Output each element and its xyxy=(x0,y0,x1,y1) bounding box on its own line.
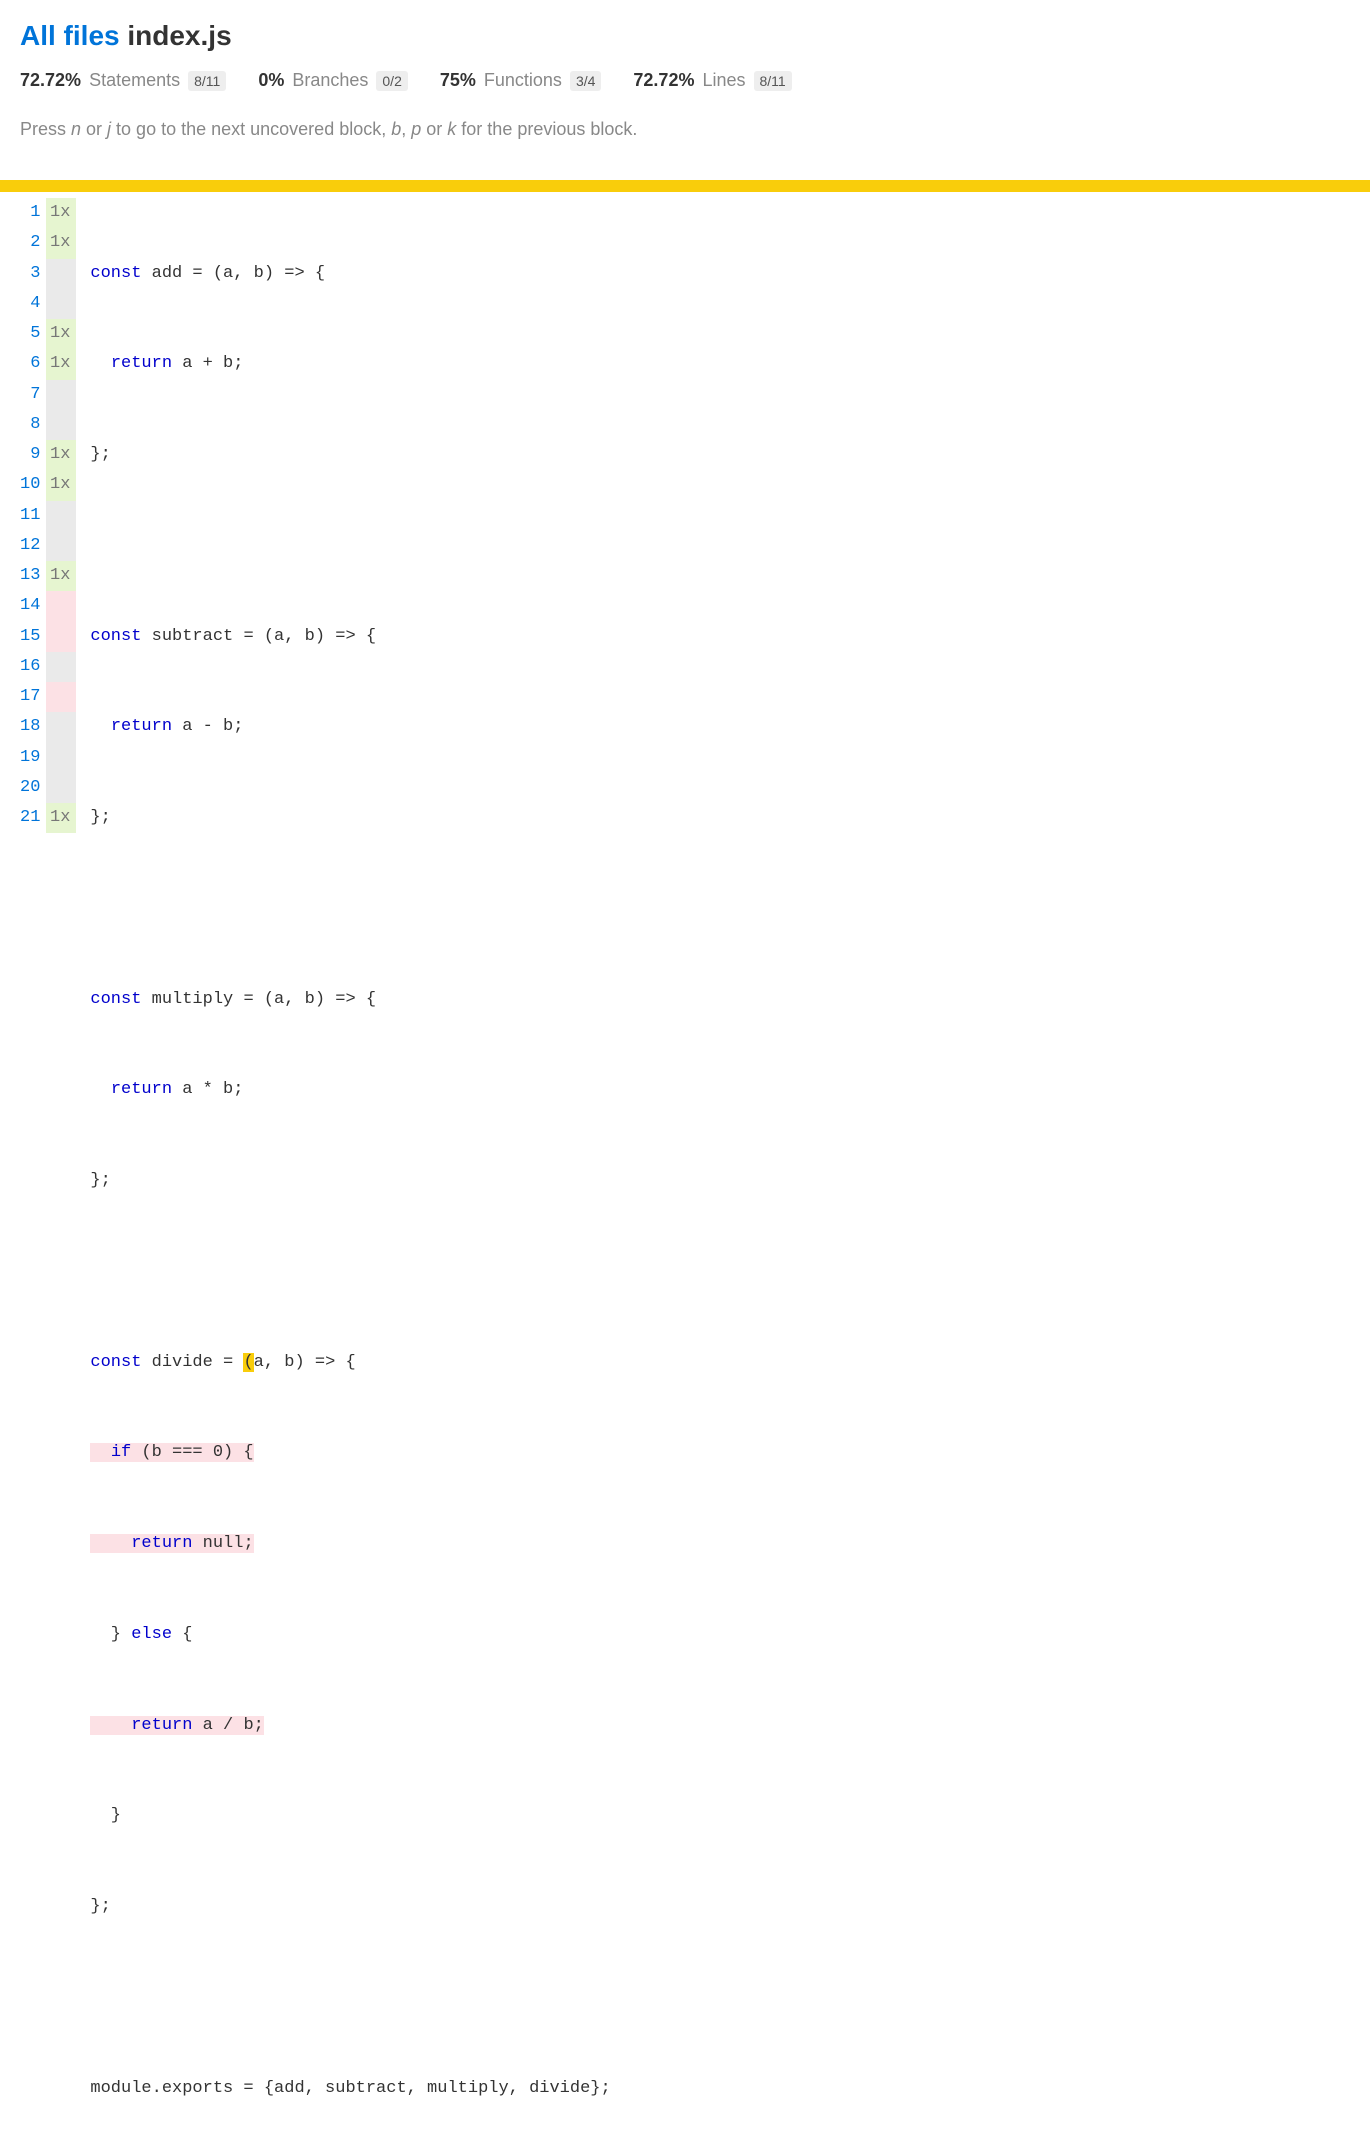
line-number: 10 xyxy=(20,470,40,500)
line-number-gutter: 123456789101112131415161718192021 xyxy=(20,198,46,2140)
line-number: 7 xyxy=(20,380,40,410)
stat-functions-pct: 75% xyxy=(440,70,476,91)
stat-branches-label: Branches xyxy=(292,70,368,91)
page-title: All files index.js xyxy=(20,20,1350,52)
hit-count xyxy=(46,682,76,712)
line-number: 8 xyxy=(20,410,40,440)
hit-count xyxy=(46,380,76,410)
code-line: } xyxy=(90,1801,610,1831)
code-line: }; xyxy=(90,1892,610,1922)
line-number: 14 xyxy=(20,591,40,621)
stat-lines: 72.72% Lines 8/11 xyxy=(633,70,791,91)
coverage-stats: 72.72% Statements 8/11 0% Branches 0/2 7… xyxy=(20,70,1350,91)
hit-count: 1x xyxy=(46,440,76,470)
line-number: 13 xyxy=(20,561,40,591)
code-line: return a / b; xyxy=(90,1711,610,1741)
line-number: 1 xyxy=(20,198,40,228)
line-number: 3 xyxy=(20,259,40,289)
hit-count: 1x xyxy=(46,803,76,833)
line-number: 17 xyxy=(20,682,40,712)
hit-count xyxy=(46,501,76,531)
hit-count xyxy=(46,652,76,682)
line-number: 16 xyxy=(20,652,40,682)
hit-count xyxy=(46,622,76,652)
hit-count xyxy=(46,410,76,440)
line-number: 12 xyxy=(20,531,40,561)
hit-count xyxy=(46,259,76,289)
hit-count xyxy=(46,531,76,561)
stat-statements-frac: 8/11 xyxy=(188,71,226,91)
code-line xyxy=(90,1983,610,2013)
line-number: 11 xyxy=(20,501,40,531)
hit-count: 1x xyxy=(46,198,76,228)
breadcrumb-root-link[interactable]: All files xyxy=(20,20,120,51)
code-line: if (b === 0) { xyxy=(90,1438,610,1468)
code-line: const multiply = (a, b) => { xyxy=(90,985,610,1015)
line-number: 4 xyxy=(20,289,40,319)
hit-count: 1x xyxy=(46,470,76,500)
coverage-bar xyxy=(0,180,1370,192)
code-viewer: 123456789101112131415161718192021 1x1x 1… xyxy=(0,192,1370,2140)
code-line: const divide = (a, b) => { xyxy=(90,1348,610,1378)
line-number: 9 xyxy=(20,440,40,470)
stat-lines-label: Lines xyxy=(702,70,745,91)
code-line: return a * b; xyxy=(90,1075,610,1105)
line-number: 20 xyxy=(20,773,40,803)
branch-not-taken: ( xyxy=(243,1353,253,1372)
code-line: }; xyxy=(90,803,610,833)
code-line: }; xyxy=(90,440,610,470)
hit-count: 1x xyxy=(46,228,76,258)
line-number: 21 xyxy=(20,803,40,833)
stat-statements-pct: 72.72% xyxy=(20,70,81,91)
stat-statements: 72.72% Statements 8/11 xyxy=(20,70,226,91)
stat-functions-frac: 3/4 xyxy=(570,71,601,91)
stat-statements-label: Statements xyxy=(89,70,180,91)
stat-branches-pct: 0% xyxy=(258,70,284,91)
code-line xyxy=(90,531,610,561)
stat-lines-frac: 8/11 xyxy=(754,71,792,91)
stat-lines-pct: 72.72% xyxy=(633,70,694,91)
hit-count: 1x xyxy=(46,319,76,349)
code-line: const add = (a, b) => { xyxy=(90,259,610,289)
code-line: }; xyxy=(90,1166,610,1196)
line-number: 18 xyxy=(20,712,40,742)
stat-functions: 75% Functions 3/4 xyxy=(440,70,602,91)
line-number: 15 xyxy=(20,622,40,652)
stat-branches: 0% Branches 0/2 xyxy=(258,70,408,91)
code-line: } else { xyxy=(90,1620,610,1650)
line-number: 2 xyxy=(20,228,40,258)
line-number: 5 xyxy=(20,319,40,349)
keyboard-hint: Press n or j to go to the next uncovered… xyxy=(20,119,1350,140)
hit-count xyxy=(46,591,76,621)
hit-count: 1x xyxy=(46,349,76,379)
code-line: return a + b; xyxy=(90,349,610,379)
line-number: 19 xyxy=(20,743,40,773)
code-line xyxy=(90,1257,610,1287)
hit-count xyxy=(46,743,76,773)
code-line xyxy=(90,894,610,924)
stat-branches-frac: 0/2 xyxy=(376,71,407,91)
hit-count xyxy=(46,712,76,742)
hit-count: 1x xyxy=(46,561,76,591)
breadcrumb-filename: index.js xyxy=(127,20,231,51)
hit-count xyxy=(46,289,76,319)
code-line: module.exports = {add, subtract, multipl… xyxy=(90,2074,610,2104)
line-number: 6 xyxy=(20,349,40,379)
hit-count-gutter: 1x1x 1x1x 1x1x 1x 1x xyxy=(46,198,76,2140)
hit-count xyxy=(46,773,76,803)
stat-functions-label: Functions xyxy=(484,70,562,91)
code-line: const subtract = (a, b) => { xyxy=(90,622,610,652)
code-line: return a - b; xyxy=(90,712,610,742)
code-line: return null; xyxy=(90,1529,610,1559)
source-code: const add = (a, b) => { return a + b; };… xyxy=(76,198,610,2140)
